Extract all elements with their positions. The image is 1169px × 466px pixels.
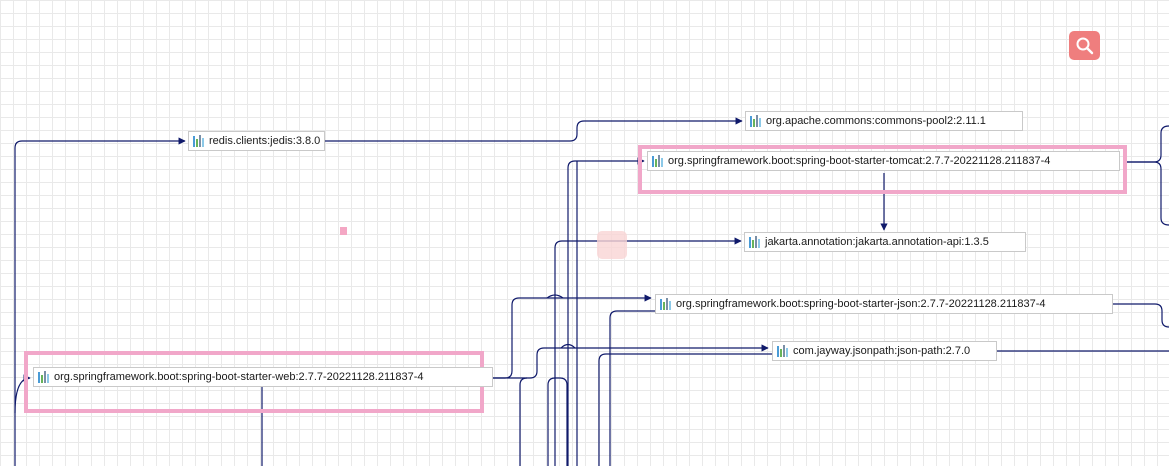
maven-dependency-icon bbox=[193, 135, 204, 147]
node-commons-pool2[interactable]: org.apache.commons:commons-pool2:2.11.1 bbox=[745, 111, 1023, 131]
edge-jedis-commons-pool2 bbox=[325, 117, 743, 142]
maven-dependency-icon bbox=[777, 345, 788, 357]
node-starter-web[interactable]: org.springframework.boot:spring-boot-sta… bbox=[33, 367, 493, 387]
edge-json-branch bbox=[609, 310, 656, 466]
maven-dependency-icon bbox=[750, 115, 761, 127]
maven-dependency-icon bbox=[749, 236, 760, 248]
maven-dependency-icon bbox=[652, 155, 663, 167]
search-button[interactable] bbox=[1069, 31, 1100, 60]
maven-dependency-icon bbox=[660, 298, 671, 310]
node-json-path[interactable]: com.jayway.jsonpath:json-path:2.7.0 bbox=[772, 341, 997, 361]
node-label: org.apache.commons:commons-pool2:2.11.1 bbox=[766, 115, 986, 127]
selection-marker bbox=[340, 227, 347, 235]
node-annotation-api[interactable]: jakarta.annotation:jakarta.annotation-ap… bbox=[744, 232, 1026, 252]
edge-web-jsonpath bbox=[493, 344, 769, 379]
edge-web-down-2 bbox=[547, 377, 568, 466]
edge-to-jedis bbox=[14, 137, 186, 466]
node-label: org.springframework.boot:spring-boot-sta… bbox=[668, 155, 1051, 167]
edge-tomcat-right bbox=[1125, 125, 1169, 163]
maven-dependency-icon bbox=[38, 371, 49, 383]
faded-search-button bbox=[597, 231, 627, 259]
edge-json-right bbox=[1113, 303, 1169, 328]
node-jedis[interactable]: redis.clients:jedis:3.8.0 bbox=[188, 131, 325, 151]
node-label: jakarta.annotation:jakarta.annotation-ap… bbox=[765, 236, 989, 248]
edge-bus-1 bbox=[567, 157, 645, 466]
node-starter-tomcat[interactable]: org.springframework.boot:spring-boot-sta… bbox=[647, 151, 1120, 171]
node-label: com.jayway.jsonpath:json-path:2.7.0 bbox=[793, 345, 971, 357]
edge-web-json bbox=[493, 294, 652, 379]
edge-jsonpath-branch bbox=[598, 353, 772, 466]
node-label: org.springframework.boot:spring-boot-sta… bbox=[676, 298, 1046, 310]
node-label: redis.clients:jedis:3.8.0 bbox=[209, 135, 321, 147]
node-label: org.springframework.boot:spring-boot-sta… bbox=[54, 371, 424, 383]
edge-tomcat-right-2 bbox=[1125, 161, 1169, 226]
search-icon bbox=[1076, 37, 1093, 54]
node-starter-json[interactable]: org.springframework.boot:spring-boot-sta… bbox=[655, 294, 1113, 314]
edge-web-down-1 bbox=[519, 377, 528, 466]
